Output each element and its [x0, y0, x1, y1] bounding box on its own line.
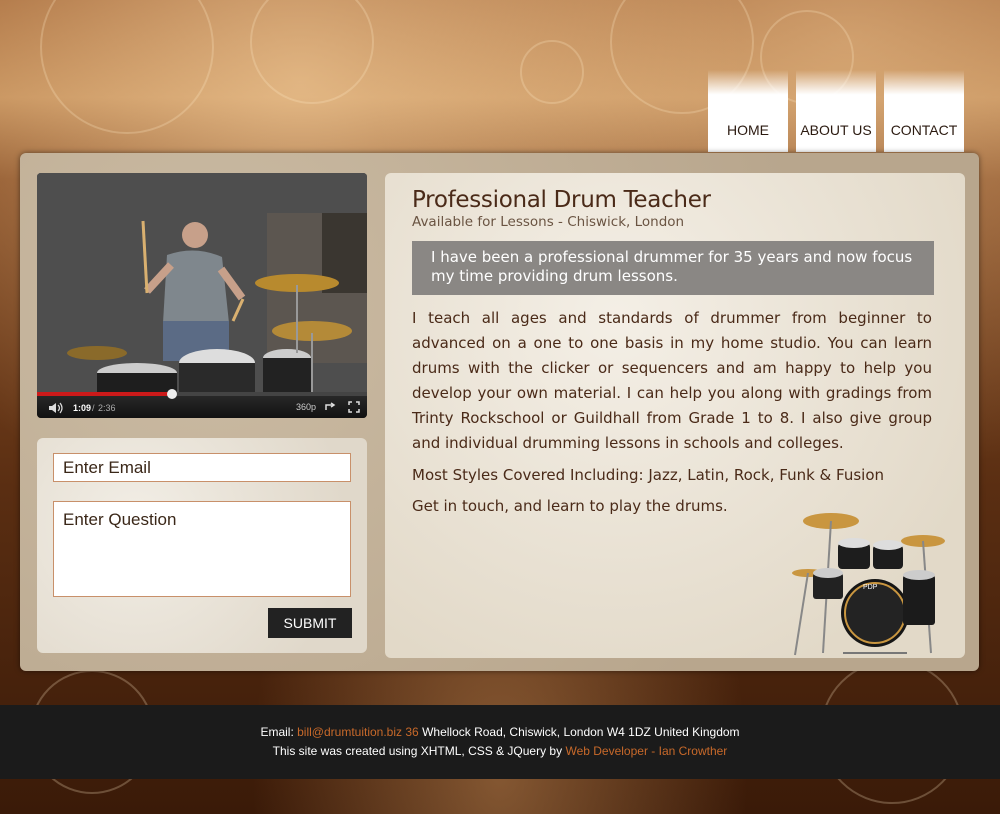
footer-credit-line: This site was created using XHTML, CSS &…: [0, 744, 1000, 758]
email-field[interactable]: Enter Email: [53, 453, 351, 482]
nav-contact[interactable]: CONTACT: [884, 70, 964, 152]
video-time-separator: /: [92, 403, 95, 413]
nav-about-us[interactable]: ABOUT US: [796, 70, 876, 152]
footer: Email: bill@drumtuition.biz 36 Whellock …: [0, 705, 1000, 779]
styles-paragraph: Most Styles Covered Including: Jazz, Lat…: [412, 466, 885, 484]
video-current-time: 1:09: [73, 403, 92, 413]
video-duration: 2:36: [98, 403, 116, 413]
background-swirl: [520, 40, 584, 104]
footer-address-number: 36: [405, 725, 419, 739]
main-nav: HOME ABOUT US CONTACT: [708, 70, 964, 152]
video-progress-fill: [37, 392, 173, 396]
contact-form: Enter Email Enter Question SUBMIT: [37, 438, 367, 653]
footer-contact-line: Email: bill@drumtuition.biz 36 Whellock …: [0, 725, 1000, 739]
video-quality-button[interactable]: 360p: [296, 402, 316, 412]
drum-kit-image: PDP: [792, 513, 945, 656]
drummer-video-still: [37, 173, 367, 393]
footer-address: Whellock Road, Chiswick, London W4 1DZ U…: [422, 725, 740, 739]
page-title: Professional Drum Teacher: [412, 187, 711, 213]
background-swirl: [250, 0, 374, 104]
video-frame: [37, 173, 367, 393]
video-progress-track[interactable]: [37, 389, 367, 399]
background-swirl: [40, 0, 214, 134]
loop-icon[interactable]: [324, 401, 336, 413]
video-progress-handle[interactable]: [167, 389, 178, 399]
fullscreen-icon[interactable]: [348, 401, 360, 413]
about-paragraph: I teach all ages and standards of drumme…: [412, 309, 932, 452]
content-panel: Professional Drum Teacher Available for …: [385, 173, 965, 658]
nav-home[interactable]: HOME: [708, 70, 788, 152]
page-subtitle: Available for Lessons - Chiswick, London: [412, 214, 685, 230]
video-player[interactable]: 1:09 / 2:36 360p: [37, 173, 367, 418]
submit-button[interactable]: SUBMIT: [268, 608, 352, 638]
footer-credit-text: This site was created using XHTML, CSS &…: [272, 744, 563, 758]
svg-text:PDP: PDP: [863, 584, 878, 591]
video-controls: 1:09 / 2:36 360p: [37, 389, 367, 418]
volume-icon[interactable]: [48, 402, 64, 414]
footer-email-label: Email:: [260, 725, 294, 739]
footer-email-link[interactable]: bill@drumtuition.biz: [297, 725, 402, 739]
footer-credit-link[interactable]: Web Developer - Ian Crowther: [565, 744, 727, 758]
intro-highlight: I have been a professional drummer for 3…: [412, 241, 934, 295]
question-field[interactable]: Enter Question: [53, 501, 351, 597]
